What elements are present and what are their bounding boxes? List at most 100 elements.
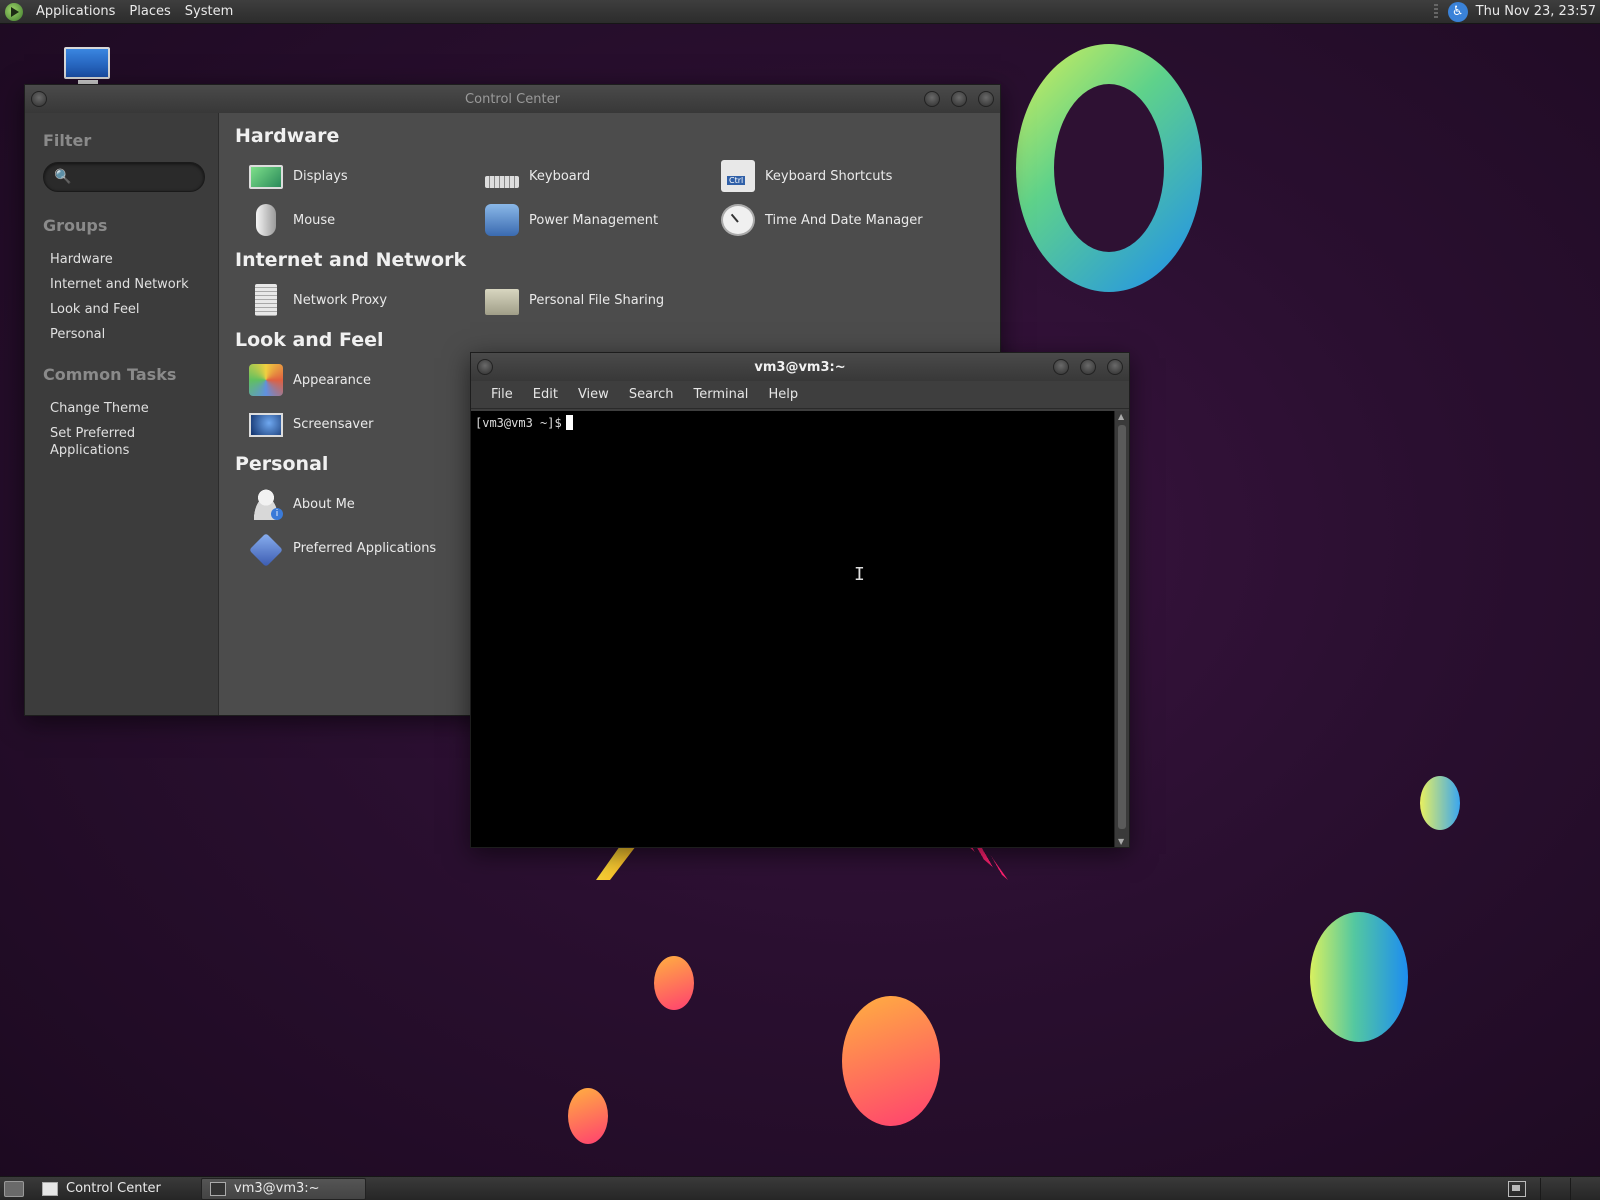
terminal-icon [210,1181,226,1196]
menu-terminal[interactable]: Terminal [683,387,758,402]
section-title-internet-network: Internet and Network [235,249,467,271]
launcher-label: About Me [293,496,355,512]
taskbar-item-control-center[interactable]: Control Center [34,1178,199,1200]
launcher-preferred-applications[interactable]: Preferred Applications [249,531,485,567]
launcher-network-proxy[interactable]: Network Proxy [249,283,485,317]
workspace-2[interactable] [1570,1177,1600,1200]
window-menu-icon[interactable] [477,359,493,375]
launcher-label: Personal File Sharing [529,292,665,308]
scroll-up-icon[interactable]: ▲ [1118,412,1124,421]
window-title: vm3@vm3:~ [754,359,846,375]
launcher-file-sharing[interactable]: Personal File Sharing [485,283,721,317]
sidebar-group-personal[interactable]: Personal [43,322,218,347]
search-icon: 🔍 [54,169,72,185]
launcher-label: Power Management [529,212,659,228]
groups-heading: Groups [43,216,108,235]
sidebar-group-internet-network[interactable]: Internet and Network [43,272,218,297]
launcher-screensaver[interactable]: Screensaver [249,407,485,441]
terminal-output[interactable]: [vm3@vm3 ~]$ [471,411,1114,847]
menu-places[interactable]: Places [122,4,177,19]
file-sharing-icon [485,289,519,315]
launcher-mouse[interactable]: Mouse [249,203,485,237]
window-title: Control Center [465,91,560,107]
common-tasks-heading: Common Tasks [43,365,177,384]
task-set-preferred-applications[interactable]: Set Preferred Applications [43,421,183,463]
wallpaper-spike [968,846,1008,880]
launcher-label: Appearance [293,372,372,388]
launcher-label: Preferred Applications [293,540,437,556]
wallpaper-blob [568,1088,608,1144]
launcher-label: Screensaver [293,416,374,432]
scroll-down-icon[interactable]: ▼ [1118,837,1124,846]
computer-desktop-icon[interactable] [64,47,112,87]
keyboard-shortcuts-icon [721,160,755,192]
task-change-theme[interactable]: Change Theme [43,396,218,421]
filter-input[interactable] [74,167,194,187]
terminal-scrollbar[interactable]: ▲ ▼ [1114,411,1129,847]
wallpaper-blob [842,996,940,1126]
keyboard-icon [485,176,519,188]
workspace-1[interactable] [1540,1177,1570,1200]
launcher-label: Time And Date Manager [765,212,923,228]
launcher-keyboard-shortcuts[interactable]: Keyboard Shortcuts [721,159,957,193]
wallpaper-blob [1420,776,1460,830]
launcher-label: Displays [293,168,348,184]
taskbar-item-terminal[interactable]: vm3@vm3:~ [201,1177,366,1200]
power-icon [485,204,519,236]
top-panel: Applications Places System ♿ Thu Nov 23,… [0,0,1600,24]
launcher-keyboard[interactable]: Keyboard [485,159,721,193]
window-menu-icon[interactable] [31,91,47,107]
launcher-displays[interactable]: Displays [249,159,485,193]
scrollbar-thumb[interactable] [1118,425,1126,829]
clock-icon [721,204,755,236]
appearance-icon [249,364,283,396]
preferred-apps-icon [249,533,283,567]
control-center-sidebar: Filter 🔍 Groups Hardware Internet and Ne… [25,113,219,715]
menu-help[interactable]: Help [758,387,808,402]
workspace-switcher-icon[interactable] [1508,1180,1526,1197]
close-icon[interactable] [978,91,994,107]
wallpaper-blob [1310,912,1408,1042]
launcher-label: Mouse [293,212,336,228]
minimize-icon[interactable] [924,91,940,107]
sidebar-group-look-feel[interactable]: Look and Feel [43,297,218,322]
wallpaper-spike [596,846,636,880]
bottom-panel: Control Center vm3@vm3:~ [0,1176,1600,1200]
clock[interactable]: Thu Nov 23, 23:57 [1476,4,1596,19]
launcher-appearance[interactable]: Appearance [249,363,485,397]
wallpaper-blob [654,956,694,1010]
control-center-titlebar[interactable]: Control Center [25,85,1000,113]
maximize-icon[interactable] [951,91,967,107]
text-cursor [565,415,573,430]
panel-handle-icon[interactable] [1433,3,1438,20]
display-icon [249,165,283,189]
launcher-label: Network Proxy [293,292,388,308]
minimize-icon[interactable] [1053,359,1069,375]
menu-edit[interactable]: Edit [523,387,568,402]
menu-applications[interactable]: Applications [29,4,122,19]
terminal-titlebar[interactable]: vm3@vm3:~ [471,353,1129,381]
maximize-icon[interactable] [1080,359,1096,375]
launcher-about-me[interactable]: About Me [249,487,485,521]
show-desktop-icon[interactable] [4,1180,24,1197]
section-hardware: Displays Keyboard Keyboard Shortcuts Mou… [249,159,1000,237]
close-icon[interactable] [1107,359,1123,375]
about-me-icon [249,488,283,520]
distro-logo-icon[interactable] [5,2,23,21]
shell-prompt: [vm3@vm3 ~]$ [475,416,562,430]
control-center-icon [42,1181,58,1196]
menu-search[interactable]: Search [619,387,684,402]
menu-file[interactable]: File [481,387,523,402]
screensaver-icon [249,413,283,437]
menu-system[interactable]: System [178,4,240,19]
accessibility-icon[interactable]: ♿ [1447,1,1468,22]
launcher-time-date[interactable]: Time And Date Manager [721,203,957,237]
monitor-screen [64,47,110,79]
launcher-power-management[interactable]: Power Management [485,203,721,237]
sidebar-group-hardware[interactable]: Hardware [43,247,218,272]
taskbar-label: vm3@vm3:~ [234,1181,320,1196]
menu-view[interactable]: View [568,387,619,402]
terminal-window: vm3@vm3:~ File Edit View Search Terminal… [470,352,1130,848]
filter-search-box[interactable]: 🔍 [43,162,205,192]
ibeam-cursor-icon: I [854,564,865,585]
